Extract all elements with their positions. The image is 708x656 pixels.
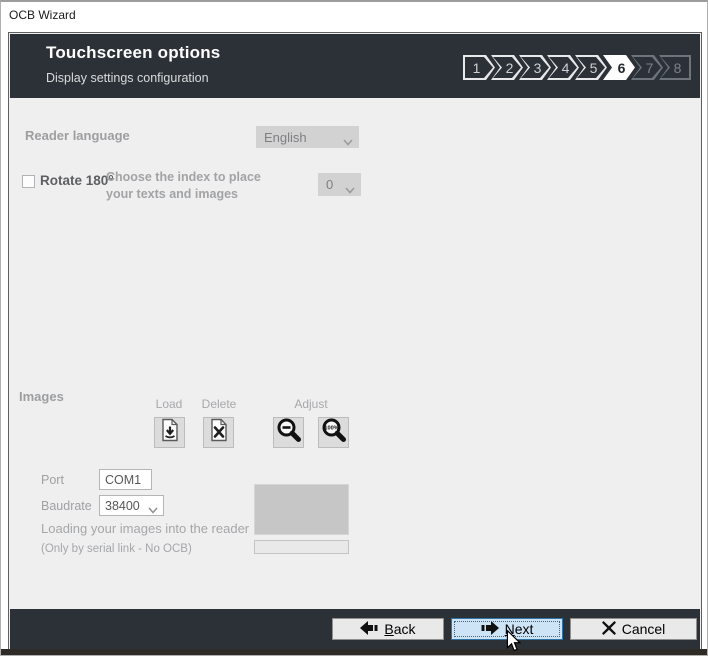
ocb-wizard-window: OCB Wizard Touchscreen options Display s… bbox=[0, 0, 708, 656]
arrow-left-icon bbox=[360, 621, 378, 638]
cancel-button[interactable]: Cancel bbox=[570, 618, 697, 640]
adjust-label: Adjust bbox=[273, 397, 349, 411]
step-indicator: 1 2 3 4 5 6 7 8 bbox=[463, 55, 691, 80]
reader-language-label: Reader language bbox=[25, 128, 130, 143]
load-label: Load bbox=[150, 397, 188, 411]
svg-text:100%: 100% bbox=[324, 426, 338, 432]
arrow-right-icon bbox=[481, 621, 499, 638]
delete-label: Delete bbox=[199, 397, 239, 411]
port-input[interactable] bbox=[99, 469, 152, 490]
loading-images-text: Loading your images into the reader bbox=[41, 521, 249, 536]
titlebar[interactable]: OCB Wizard bbox=[1, 2, 707, 30]
chevron-down-icon bbox=[343, 134, 353, 149]
zoom-out-button[interactable] bbox=[273, 417, 304, 448]
magnifier-100-icon: 100% bbox=[321, 417, 347, 448]
zoom-100-button[interactable]: 100% bbox=[318, 417, 349, 448]
baudrate-label: Baudrate bbox=[41, 499, 92, 513]
port-label: Port bbox=[41, 473, 64, 487]
loading-progress-bar bbox=[254, 540, 349, 554]
baudrate-select[interactable]: 38400 bbox=[99, 495, 164, 516]
page-title: Touchscreen options bbox=[46, 43, 220, 63]
window-bottom-edge bbox=[1, 649, 707, 655]
close-x-icon bbox=[602, 621, 616, 638]
rotate-180-checkbox[interactable] bbox=[22, 175, 35, 188]
chevron-down-icon bbox=[148, 503, 158, 517]
rotate-180-label: Rotate 180° bbox=[40, 173, 114, 188]
wizard-footer: Back Next Cancel bbox=[10, 609, 700, 649]
wizard-header: Touchscreen options Display settings con… bbox=[10, 34, 700, 98]
serial-link-note: (Only by serial link - No OCB) bbox=[41, 543, 192, 555]
image-preview-box bbox=[254, 484, 349, 535]
back-button[interactable]: Back bbox=[332, 618, 444, 640]
magnifier-minus-icon bbox=[276, 417, 302, 448]
load-image-button[interactable] bbox=[154, 417, 185, 448]
index-select[interactable]: 0 bbox=[318, 173, 361, 196]
window-title: OCB Wizard bbox=[9, 8, 76, 22]
reader-language-select[interactable]: English bbox=[256, 126, 359, 148]
wizard-dialog: Touchscreen options Display settings con… bbox=[8, 32, 702, 651]
step-8: 8 bbox=[659, 55, 691, 80]
document-delete-icon bbox=[209, 418, 229, 447]
chevron-down-icon bbox=[345, 182, 355, 197]
next-button[interactable]: Next bbox=[451, 618, 563, 640]
index-hint-text: Choose the index to place your texts and… bbox=[106, 169, 264, 203]
images-section-label: Images bbox=[19, 389, 64, 404]
page-subtitle: Display settings configuration bbox=[46, 71, 209, 85]
document-download-icon bbox=[160, 418, 180, 447]
delete-image-button[interactable] bbox=[203, 417, 234, 448]
